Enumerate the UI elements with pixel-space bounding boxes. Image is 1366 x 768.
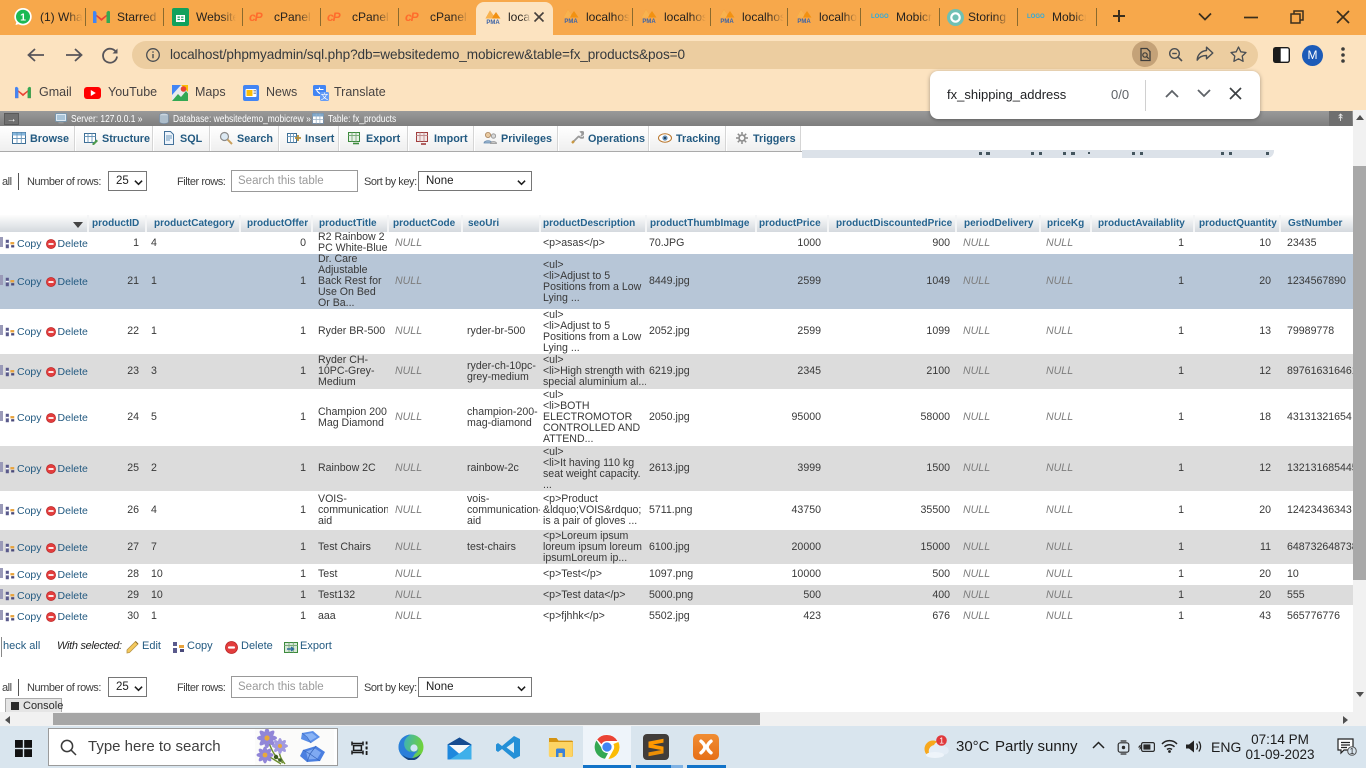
svg-text:1: 1 (939, 736, 944, 746)
svg-text:1: 1 (1350, 747, 1355, 756)
svg-text:PMA: PMA (486, 20, 500, 25)
svg-text:PMA: PMA (720, 19, 734, 24)
svg-text:PMA: PMA (797, 19, 811, 24)
svg-text:文: 文 (321, 91, 329, 101)
svg-text:PMA: PMA (642, 19, 656, 24)
svg-text:1: 1 (20, 11, 26, 23)
svg-text:PMA: PMA (564, 19, 578, 24)
